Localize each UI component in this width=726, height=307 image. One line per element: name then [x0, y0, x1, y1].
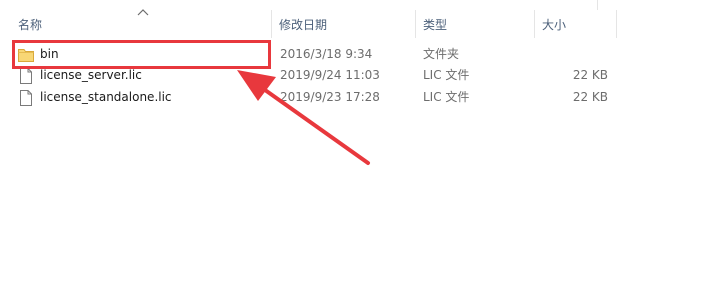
file-size — [540, 46, 608, 63]
column-header-size[interactable]: 大小 — [542, 17, 566, 33]
file-date-modified: 2016/3/18 9:34 — [280, 47, 373, 61]
column-divider[interactable] — [616, 10, 617, 38]
file-type: LIC 文件 — [423, 68, 470, 82]
highlight-box — [12, 40, 271, 69]
column-divider — [597, 0, 598, 10]
column-header-type[interactable]: 类型 — [423, 17, 447, 33]
sort-ascending-icon[interactable] — [136, 8, 150, 16]
column-divider[interactable] — [271, 10, 272, 38]
file-type: LIC 文件 — [423, 90, 470, 104]
file-name: license_server.lic — [40, 68, 142, 82]
file-date-modified: 2019/9/23 17:28 — [280, 90, 380, 104]
file-size: 22 KB — [572, 68, 608, 82]
file-icon — [20, 90, 32, 106]
file-row[interactable]: license_standalone.lic 2019/9/23 17:28 L… — [0, 87, 726, 108]
file-type: 文件夹 — [423, 47, 460, 61]
file-icon — [20, 68, 32, 84]
column-header-name[interactable]: 名称 — [18, 17, 42, 33]
file-date-modified: 2019/9/24 11:03 — [280, 68, 380, 82]
file-size: 22 KB — [572, 90, 608, 104]
column-divider[interactable] — [415, 10, 416, 38]
column-divider[interactable] — [534, 10, 535, 38]
column-header-date-modified[interactable]: 修改日期 — [279, 17, 327, 33]
file-name: license_standalone.lic — [40, 90, 172, 104]
column-header-bar: 名称 修改日期 类型 大小 — [0, 0, 726, 38]
